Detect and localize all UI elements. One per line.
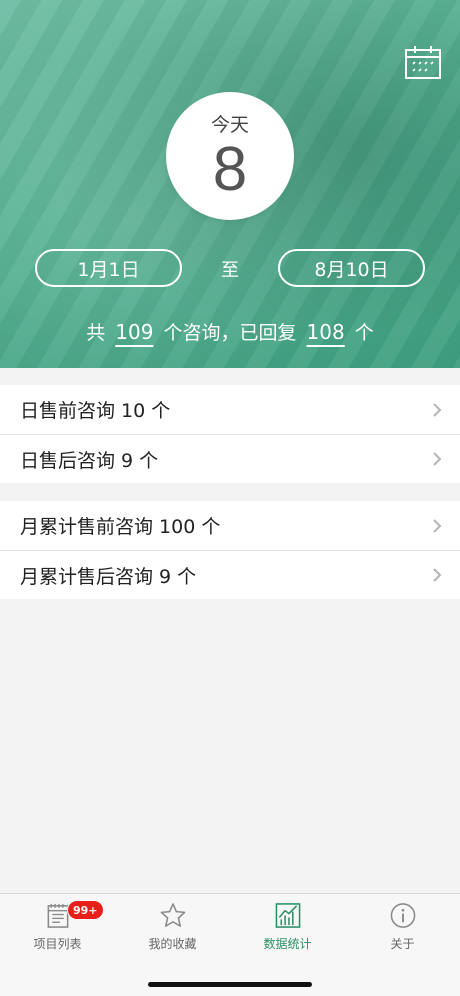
summary-middle: 个咨询，已回复 — [163, 322, 297, 344]
start-date-button[interactable]: 1月1日 — [35, 249, 182, 287]
home-indicator[interactable] — [148, 982, 312, 987]
bottom-tab-bar: 99+ 项目列表 我的收藏 数据统计 关于 — [0, 893, 460, 996]
tab-project-list[interactable]: 99+ 项目列表 — [0, 900, 115, 952]
tab-favorites[interactable]: 我的收藏 — [115, 902, 230, 952]
chevron-right-icon — [433, 452, 442, 466]
chevron-right-icon — [433, 402, 442, 417]
summary-suffix: 个 — [354, 322, 374, 344]
chevron-right-icon — [433, 518, 442, 533]
today-count: 8 — [212, 135, 248, 204]
date-range-separator: 至 — [221, 260, 239, 281]
today-count-circle: 今天 8 — [166, 92, 294, 220]
star-icon — [160, 903, 185, 927]
row-label: 月累计售前咨询 100 个 — [20, 516, 221, 538]
list-item-monthly-aftersale[interactable]: 月累计售后咨询 9 个 — [0, 550, 460, 599]
chart-icon — [275, 903, 300, 928]
calendar-icon — [405, 46, 441, 79]
tab-about[interactable]: 关于 — [345, 902, 460, 952]
chevron-right-icon — [433, 568, 442, 582]
today-label: 今天 — [210, 114, 249, 136]
monthly-stats-list: 月累计售前咨询 100 个 月累计售后咨询 9 个 — [0, 501, 460, 599]
daily-stats-list: 日售前咨询 10 个 日售后咨询 9 个 — [0, 385, 460, 483]
tab-label: 我的收藏 — [148, 937, 197, 951]
end-date-button[interactable]: 8月10日 — [278, 249, 425, 287]
list-item-daily-aftersale[interactable]: 日售后咨询 9 个 — [0, 434, 460, 483]
row-label: 日售后咨询 9 个 — [20, 449, 159, 472]
tab-label: 项目列表 — [33, 937, 82, 951]
tab-statistics[interactable]: 数据统计 — [230, 902, 345, 952]
calendar-button[interactable] — [404, 44, 442, 80]
row-label: 月累计售后咨询 9 个 — [20, 565, 197, 588]
list-item-daily-presale[interactable]: 日售前咨询 10 个 — [0, 385, 460, 434]
replied-consultations: 108 — [306, 320, 345, 344]
tab-label: 关于 — [390, 937, 415, 951]
list-item-monthly-presale[interactable]: 月累计售前咨询 100 个 — [0, 501, 460, 550]
tab-label: 数据统计 — [263, 937, 312, 951]
info-icon — [390, 903, 415, 928]
summary-prefix: 共 — [86, 322, 106, 344]
stats-header: 今天 8 1月1日 至 8月10日 共 109 个咨询，已回复 108 个 — [0, 0, 460, 368]
unread-badge: 99+ — [67, 900, 104, 920]
row-label: 日售前咨询 10 个 — [20, 400, 171, 422]
consultation-summary: 共 109 个咨询，已回复 108 个 — [0, 318, 460, 345]
total-consultations: 109 — [115, 320, 154, 344]
